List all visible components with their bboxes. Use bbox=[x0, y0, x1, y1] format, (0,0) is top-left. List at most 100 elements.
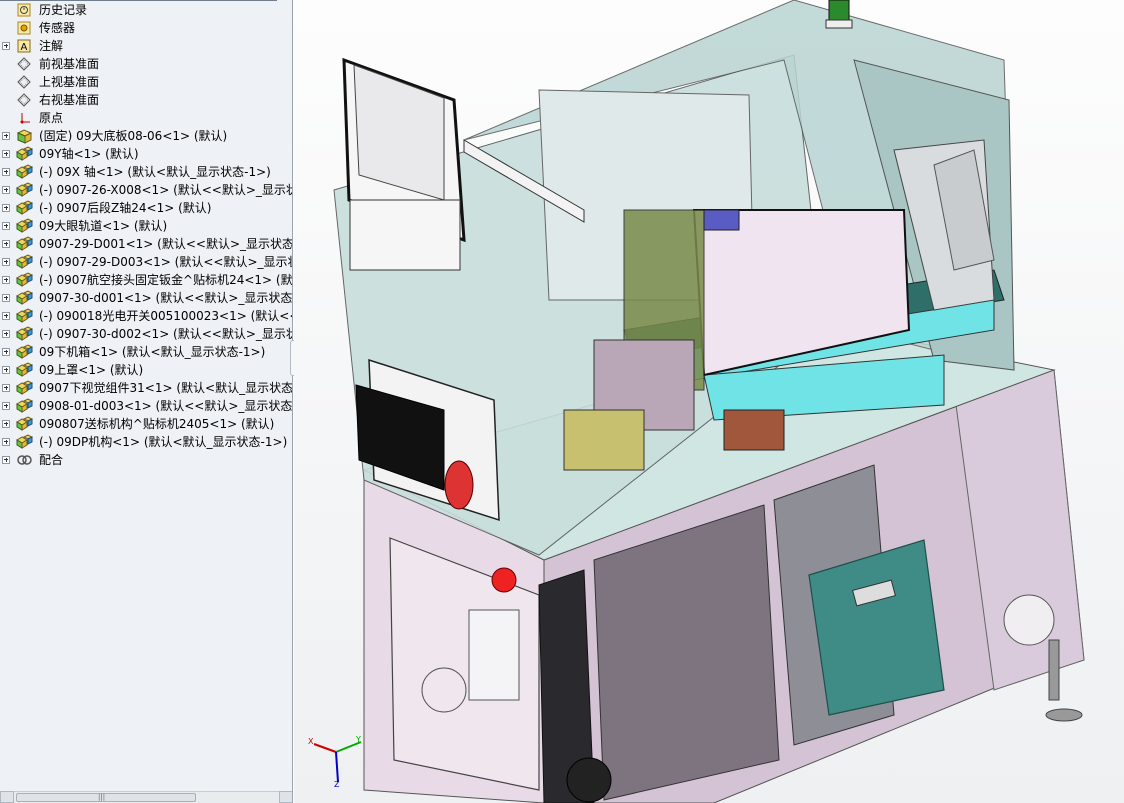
tree-item[interactable]: (-) 09DP机构<1> (默认<默认_显示状态-1>) bbox=[0, 433, 292, 451]
scrollbar-thumb[interactable] bbox=[16, 793, 196, 802]
assembly-icon bbox=[16, 236, 34, 252]
tower-light-base bbox=[825, 19, 853, 29]
tree-item[interactable]: 09大眼轨道<1> (默认) bbox=[0, 217, 292, 235]
tree-item[interactable]: (-) 0907航空接头固定钣金^贴标机24<1> (默认 bbox=[0, 271, 292, 289]
expand-plus-icon[interactable] bbox=[2, 222, 10, 230]
tree-item[interactable]: 09下机箱<1> (默认<默认_显示状态-1>) bbox=[0, 343, 292, 361]
leveling-foot-pad bbox=[1045, 708, 1083, 722]
expand-plus-icon[interactable] bbox=[2, 402, 10, 410]
assembly-icon bbox=[16, 182, 34, 198]
triad-x-label: X bbox=[308, 737, 314, 746]
tree-item-label: 09上罩<1> (默认) bbox=[39, 363, 144, 377]
cable-port-right bbox=[1003, 594, 1055, 646]
tree-item-label: 右视基准面 bbox=[39, 93, 100, 107]
expand-plus-icon[interactable] bbox=[2, 456, 10, 464]
tree-item[interactable]: 上视基准面 bbox=[0, 73, 292, 91]
tree-item[interactable]: (-) 090018光电开关005100023<1> (默认<<默 bbox=[0, 307, 293, 325]
tree-item[interactable]: (-) 09X 轴<1> (默认<默认_显示状态-1>) bbox=[0, 163, 292, 181]
assembly-icon bbox=[16, 434, 34, 450]
tree-item[interactable]: 历史记录 bbox=[0, 1, 292, 19]
part-icon bbox=[16, 128, 33, 144]
tree-item-label: (-) 09DP机构<1> (默认<默认_显示状态-1>) bbox=[39, 435, 288, 449]
tree-item-label: 090807送标机构^贴标机2405<1> (默认) bbox=[39, 417, 275, 431]
tree-item[interactable]: 传感器 bbox=[0, 19, 292, 37]
tree-item-label: 上视基准面 bbox=[39, 75, 100, 89]
expand-plus-icon[interactable] bbox=[2, 240, 10, 248]
triad-y-label: Y bbox=[356, 735, 361, 744]
svg-text:A: A bbox=[21, 42, 28, 53]
feature-tree-list: 历史记录传感器 A 注解 前视基准面上视基准面右视基准面原点 (固定) 09大底板08-… bbox=[0, 1, 293, 469]
expand-plus-icon[interactable] bbox=[2, 438, 10, 446]
tree-item[interactable]: 原点 bbox=[0, 109, 292, 127]
tree-item-label: (-) 0907-26-X008<1> (默认<<默认>_显示状态 bbox=[39, 183, 293, 197]
assembly-icon bbox=[16, 200, 34, 216]
assembly-icon bbox=[16, 272, 34, 288]
tree-item-label: (固定) 09大底板08-06<1> (默认) bbox=[39, 129, 228, 143]
expand-plus-icon[interactable] bbox=[2, 132, 10, 140]
tree-item-label: 09下机箱<1> (默认<默认_显示状态-1>) bbox=[39, 345, 266, 359]
scrollbar-grip-icon: ||| bbox=[98, 793, 106, 801]
expand-plus-icon[interactable] bbox=[2, 168, 10, 176]
air-filter-regulator bbox=[468, 609, 520, 701]
history-icon bbox=[16, 2, 33, 18]
tree-item[interactable]: (-) 0907-29-D003<1> (默认<<默认>_显示状态 bbox=[0, 253, 293, 271]
tree-item[interactable]: 0908-01-d003<1> (默认<<默认>_显示状态 1 bbox=[0, 397, 293, 415]
tree-item[interactable]: 0907-29-D001<1> (默认<<默认>_显示状态 1 bbox=[0, 235, 293, 253]
expand-plus-icon[interactable] bbox=[2, 276, 10, 284]
origin-icon bbox=[16, 110, 33, 126]
tree-item[interactable]: 右视基准面 bbox=[0, 91, 292, 109]
plane-icon bbox=[16, 92, 33, 108]
expand-plus-icon[interactable] bbox=[2, 294, 10, 302]
graphics-viewport[interactable]: X Y Z bbox=[294, 0, 1124, 803]
blue-part bbox=[703, 209, 740, 231]
tree-item[interactable]: (-) 0907后段Z轴24<1> (默认) bbox=[0, 199, 292, 217]
mates-icon bbox=[16, 452, 33, 468]
machine-model[interactable] bbox=[294, 0, 1124, 803]
expand-plus-icon[interactable] bbox=[2, 258, 10, 266]
assembly-icon bbox=[16, 146, 34, 162]
assembly-icon bbox=[16, 398, 34, 414]
expand-plus-icon[interactable] bbox=[2, 42, 10, 50]
scroll-right-arrow-icon[interactable] bbox=[279, 791, 292, 803]
scroll-left-arrow-icon[interactable] bbox=[0, 791, 14, 803]
expand-plus-icon[interactable] bbox=[2, 312, 10, 320]
expand-plus-icon[interactable] bbox=[2, 366, 10, 374]
tree-item-label: 09大眼轨道<1> (默认) bbox=[39, 219, 168, 233]
tree-item-label: 原点 bbox=[39, 111, 64, 125]
tree-item[interactable]: 09Y轴<1> (默认) bbox=[0, 145, 292, 163]
label-cutter bbox=[723, 409, 785, 451]
tree-item-label: 0908-01-d003<1> (默认<<默认>_显示状态 1 bbox=[39, 399, 293, 413]
tree-item[interactable]: 前视基准面 bbox=[0, 55, 292, 73]
tree-item[interactable]: 0907-30-d001<1> (默认<<默认>_显示状态 1 bbox=[0, 289, 292, 307]
tree-item-label: 历史记录 bbox=[39, 3, 88, 17]
tree-item-label: 0907-29-D001<1> (默认<<默认>_显示状态 1 bbox=[39, 237, 293, 251]
leveling-foot bbox=[1048, 639, 1060, 701]
mouse bbox=[444, 460, 474, 510]
tree-item[interactable]: 09上罩<1> (默认) bbox=[0, 361, 292, 379]
label-roll-holder bbox=[563, 409, 645, 471]
expand-plus-icon[interactable] bbox=[2, 204, 10, 212]
expand-plus-icon[interactable] bbox=[2, 420, 10, 428]
tree-item-label: (-) 090018光电开关005100023<1> (默认<<默 bbox=[39, 309, 293, 323]
assembly-icon bbox=[16, 308, 34, 324]
expand-plus-icon[interactable] bbox=[2, 330, 10, 338]
expand-plus-icon[interactable] bbox=[2, 150, 10, 158]
expand-plus-icon[interactable] bbox=[2, 186, 10, 194]
plane-icon bbox=[16, 74, 33, 90]
tree-item[interactable]: A 注解 bbox=[0, 37, 292, 55]
tree-item-label: (-) 0907-29-D003<1> (默认<<默认>_显示状态 bbox=[39, 255, 293, 269]
expand-plus-icon[interactable] bbox=[2, 348, 10, 356]
assembly-icon bbox=[16, 218, 34, 234]
tree-item[interactable]: 0907下视觉组件31<1> (默认<默认_显示状态-1 bbox=[0, 379, 292, 397]
expand-plus-icon[interactable] bbox=[2, 384, 10, 392]
tree-item[interactable]: 090807送标机构^贴标机2405<1> (默认) bbox=[0, 415, 292, 433]
tree-item[interactable]: 配合 bbox=[0, 451, 292, 469]
tree-item-label: 09Y轴<1> (默认) bbox=[39, 147, 139, 161]
assembly-icon bbox=[16, 416, 34, 432]
tree-item[interactable]: (固定) 09大底板08-06<1> (默认) bbox=[0, 127, 292, 145]
assembly-icon bbox=[16, 362, 34, 378]
tree-item[interactable]: (-) 0907-30-d002<1> (默认<<默认>_显示状态 bbox=[0, 325, 292, 343]
tree-item[interactable]: (-) 0907-26-X008<1> (默认<<默认>_显示状态 bbox=[0, 181, 293, 199]
tree-item-label: (-) 0907后段Z轴24<1> (默认) bbox=[39, 201, 212, 215]
assembly-icon bbox=[16, 254, 34, 270]
